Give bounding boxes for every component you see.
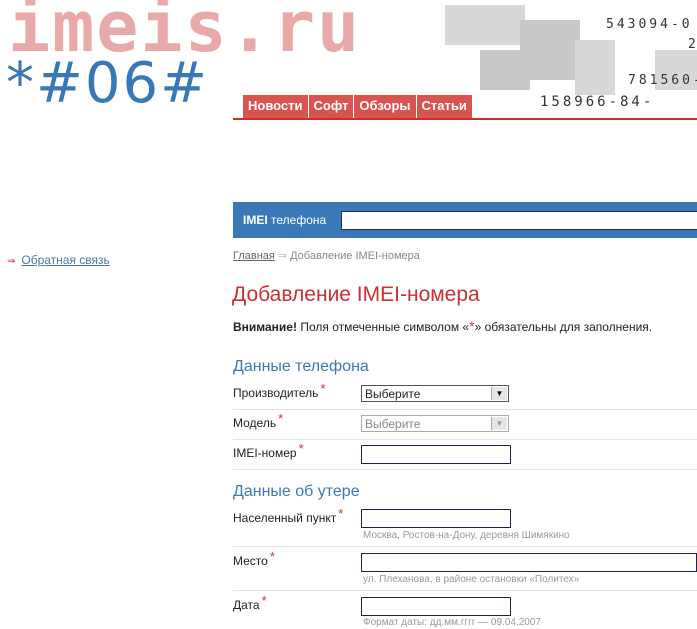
row-divider xyxy=(233,590,697,591)
decor-number: 543094-0 xyxy=(606,17,693,32)
row-divider xyxy=(233,546,697,547)
logo-code: *#06# xyxy=(6,51,210,116)
nav-item-articles[interactable]: Статьи xyxy=(416,95,473,118)
page-title: Добавление IMEI-номера xyxy=(232,283,480,306)
model-label: Модель * xyxy=(233,411,283,430)
model-select-value: Выберите xyxy=(365,417,421,431)
manufacturer-label-text: Производитель xyxy=(233,386,319,400)
search-label: IMEI телефона xyxy=(243,213,326,227)
place-hint: ул. Плеханова, в районе остановки «Полит… xyxy=(363,574,580,585)
nav-item-reviews[interactable]: Обзоры xyxy=(354,95,417,118)
manufacturer-select-value: Выберите xyxy=(365,387,421,401)
decor-number: 2 xyxy=(688,37,697,52)
place-label: Место * xyxy=(233,549,275,568)
model-select[interactable]: Выберите ▼ xyxy=(361,415,509,432)
required-star-icon: * xyxy=(261,593,267,608)
city-label-text: Населенный пункт xyxy=(233,511,337,525)
breadcrumb: Главная ⇒ Добавление IMEI-номера xyxy=(233,249,420,262)
notice-bold: Внимание! xyxy=(233,320,297,334)
row-divider xyxy=(233,439,697,440)
date-input[interactable] xyxy=(361,597,511,616)
sidebar-feedback: ⇒ Обратная связь xyxy=(7,253,110,267)
city-hint: Москва, Ростов-на-Дону, деревня Шимякино xyxy=(363,530,570,541)
nav-item-soft[interactable]: Софт xyxy=(308,95,355,118)
row-divider xyxy=(233,469,697,470)
section-title-loss: Данные об утере xyxy=(233,483,360,500)
decor-block xyxy=(480,50,530,90)
decor-block xyxy=(445,5,525,45)
notice-text-end: » обязательны для заполнения. xyxy=(474,320,653,334)
search-label-rest: телефона xyxy=(267,213,327,227)
decor-number: 158966-84- xyxy=(540,94,655,110)
chevron-down-icon: ▼ xyxy=(491,387,507,400)
breadcrumb-home[interactable]: Главная xyxy=(233,250,275,262)
chevron-down-icon: ▼ xyxy=(491,417,507,430)
search-input[interactable] xyxy=(341,211,697,230)
required-star-icon: * xyxy=(278,411,284,426)
required-star-icon: * xyxy=(298,441,304,456)
search-label-bold: IMEI xyxy=(243,213,268,227)
date-hint: Формат даты: дд.мм.гггг — 09.04.2007 xyxy=(363,617,541,628)
required-star-icon: * xyxy=(320,381,326,396)
arrow-icon: ⇒ xyxy=(7,256,16,267)
required-star-icon: * xyxy=(338,506,344,521)
breadcrumb-separator: ⇒ xyxy=(277,250,288,262)
required-star-icon: * xyxy=(269,549,275,564)
imei-label: IMEI-номер * xyxy=(233,441,304,460)
place-label-text: Место xyxy=(233,554,268,568)
imei-input[interactable] xyxy=(361,445,511,464)
nav-item-news[interactable]: Новости xyxy=(243,95,309,118)
model-label-text: Модель xyxy=(233,416,277,430)
feedback-link[interactable]: Обратная связь xyxy=(21,253,109,267)
manufacturer-label: Производитель * xyxy=(233,381,326,400)
place-input[interactable] xyxy=(361,553,697,572)
notice-text: Поля отмеченные символом « xyxy=(296,320,470,334)
decor-block xyxy=(575,40,615,95)
row-divider xyxy=(233,409,697,410)
required-notice: Внимание! Поля отмеченные символом «*» о… xyxy=(233,318,652,334)
nav-underline xyxy=(233,118,697,120)
main-nav: Новости Софт Обзоры Статьи xyxy=(243,95,473,118)
manufacturer-select[interactable]: Выберите ▼ xyxy=(361,385,509,402)
breadcrumb-current: Добавление IMEI-номера xyxy=(290,250,420,262)
decor-number: 781560- xyxy=(628,73,697,88)
section-title-phone: Данные телефона xyxy=(233,358,369,375)
city-input[interactable] xyxy=(361,509,511,528)
date-label: Дата * xyxy=(233,593,267,612)
city-label: Населенный пункт * xyxy=(233,506,343,525)
date-label-text: Дата xyxy=(233,598,260,612)
imei-label-text: IMEI-номер xyxy=(233,446,297,460)
